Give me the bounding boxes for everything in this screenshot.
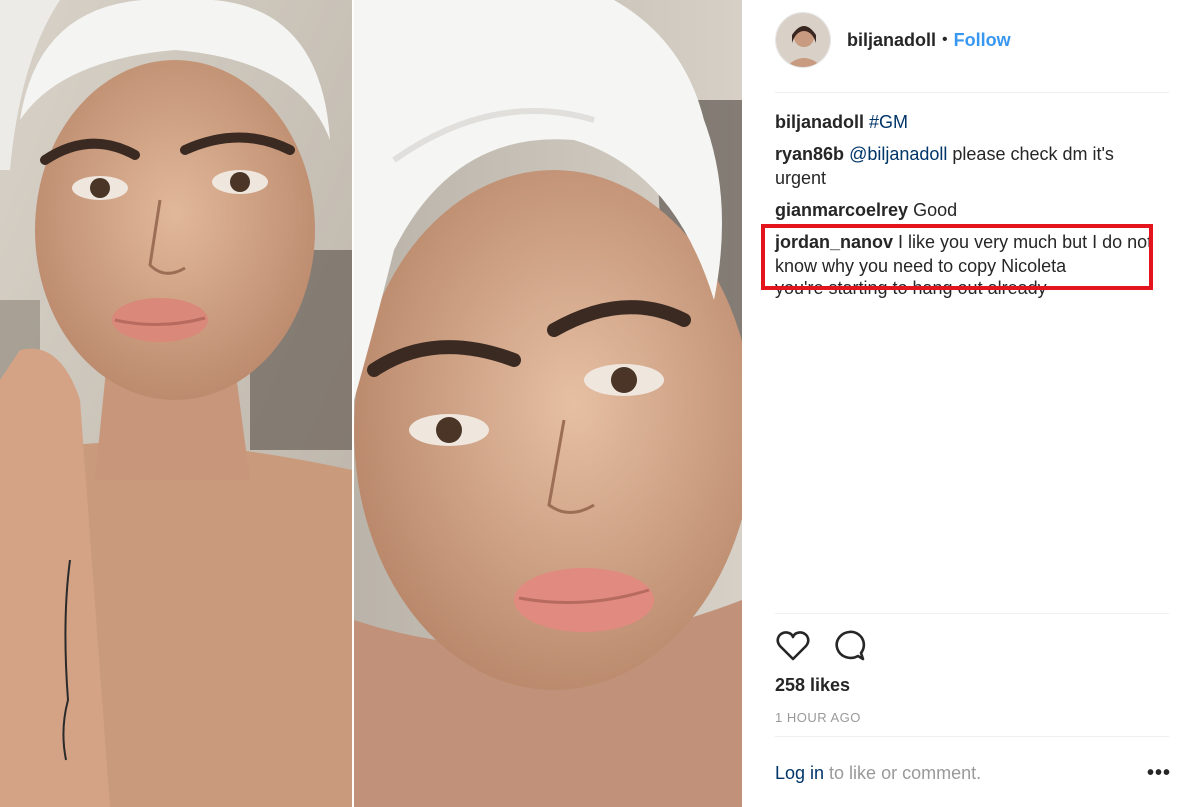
comment-item: ryan86b @biljanadoll please check dm it'… <box>775 142 1155 190</box>
comment-username[interactable]: biljanadoll <box>775 112 864 132</box>
post-timestamp[interactable]: 1 HOUR AGO <box>775 710 861 725</box>
separator-dot: • <box>942 31 948 48</box>
author-username[interactable]: biljanadoll <box>847 30 936 51</box>
post-photo[interactable] <box>0 0 742 807</box>
comment-username[interactable]: ryan86b <box>775 144 844 164</box>
comment-text: Good <box>908 200 958 220</box>
divider <box>775 92 1169 93</box>
photo-right-panel <box>354 0 742 807</box>
comment-username[interactable]: gianmarcoelrey <box>775 200 908 220</box>
heart-icon[interactable] <box>775 628 811 664</box>
divider <box>775 736 1169 737</box>
action-bar <box>775 628 867 664</box>
login-prompt: Log in to like or comment. <box>775 763 981 784</box>
avatar[interactable] <box>775 12 831 68</box>
follow-button[interactable]: Follow <box>954 30 1011 51</box>
post-side-panel: biljanadoll • Follow biljanadoll #GM rya… <box>742 0 1184 807</box>
highlight-box <box>761 224 1153 290</box>
comment-item: biljanadoll #GM <box>775 110 1155 134</box>
photo-left-panel <box>0 0 352 807</box>
more-options-icon[interactable]: ••• <box>1147 762 1171 785</box>
speech-bubble-icon[interactable] <box>831 628 867 664</box>
comment-hashtag[interactable]: #GM <box>869 112 908 132</box>
comment-item: gianmarcoelrey Good <box>775 198 1155 222</box>
login-link[interactable]: Log in <box>775 763 824 783</box>
comment-mention[interactable]: @biljanadoll <box>849 144 947 164</box>
divider <box>775 613 1169 614</box>
post-header: biljanadoll • Follow <box>775 12 1011 68</box>
login-prompt-text: to like or comment. <box>824 763 982 783</box>
likes-count[interactable]: 258 likes <box>775 675 850 696</box>
